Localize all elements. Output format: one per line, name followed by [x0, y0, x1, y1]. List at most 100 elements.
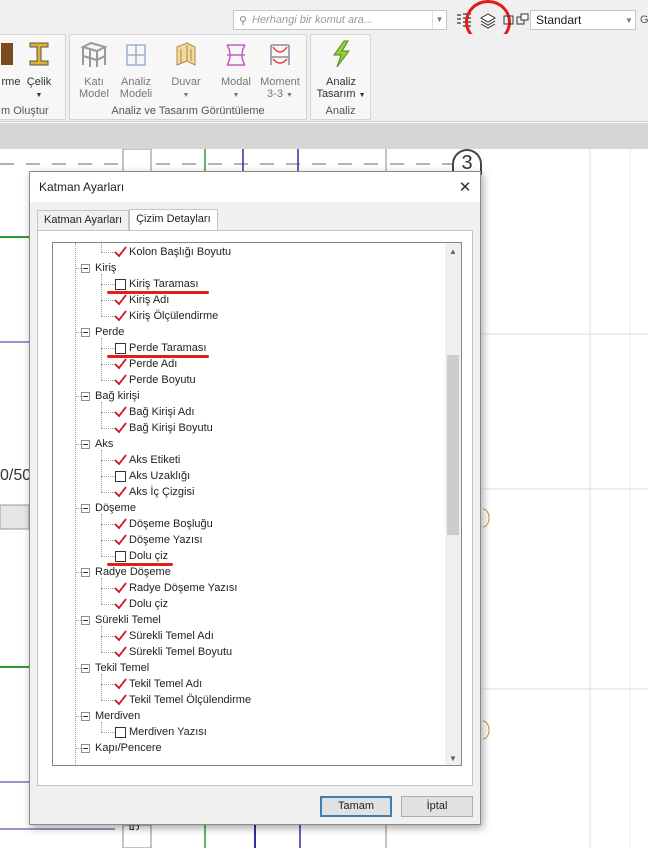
- tree-item[interactable]: Bağ Kirişi Adı: [114, 404, 194, 420]
- tree-item[interactable]: Dolu çiz: [115, 548, 168, 564]
- collapse-icon[interactable]: [81, 263, 90, 273]
- tree-group-node[interactable]: Kiriş: [81, 260, 116, 276]
- collapse-icon[interactable]: [81, 663, 90, 673]
- tree-item[interactable]: Sürekli Temel Adı: [114, 628, 214, 644]
- checked-checkbox[interactable]: [114, 245, 127, 258]
- command-search[interactable]: ⚲ Herhangi bir komut ara... ▼: [233, 10, 447, 30]
- chevron-down-icon[interactable]: ▼: [623, 16, 635, 25]
- style-dropdown-value: Standart: [536, 13, 582, 27]
- checked-checkbox[interactable]: [114, 293, 127, 306]
- checked-checkbox[interactable]: [114, 629, 127, 642]
- ok-button[interactable]: Tamam: [320, 796, 392, 817]
- tree-connector: [101, 524, 115, 525]
- tree-group-node[interactable]: Aks: [81, 436, 113, 452]
- view-icon[interactable]: [503, 11, 515, 29]
- tree-item[interactable]: Tekil Temel Ölçülendirme: [114, 692, 251, 708]
- check-icon: [114, 421, 127, 433]
- tree-group-node[interactable]: Merdiven: [81, 708, 140, 724]
- checked-checkbox[interactable]: [114, 581, 127, 594]
- tree-connector: [101, 626, 102, 652]
- tree-item[interactable]: Kolon Başlığı Boyutu: [114, 244, 231, 260]
- unchecked-checkbox[interactable]: [115, 726, 126, 738]
- tree-item[interactable]: Aks Uzaklığı: [115, 468, 190, 484]
- tree-group-node[interactable]: Bağ kirişi: [81, 388, 140, 404]
- tree-item[interactable]: Döşeme Boşluğu: [114, 516, 213, 532]
- tree-item[interactable]: Aks Etiketi: [114, 452, 180, 468]
- solid-model-button[interactable]: Katı Model: [72, 39, 116, 100]
- unchecked-checkbox[interactable]: [115, 342, 126, 354]
- checked-checkbox[interactable]: [114, 693, 127, 706]
- tree-item[interactable]: Kiriş Taraması: [115, 276, 198, 292]
- tree-item[interactable]: Dolu çiz: [114, 596, 168, 612]
- scroll-up-icon[interactable]: ▲: [445, 243, 461, 260]
- tree-item[interactable]: Radye Döşeme Yazısı: [114, 580, 237, 596]
- tree-item[interactable]: Tekil Temel Adı: [114, 676, 202, 692]
- modal-label: Modal: [221, 76, 251, 88]
- tab-drawing-details[interactable]: Çizim Detayları: [129, 209, 218, 231]
- checked-checkbox[interactable]: [114, 405, 127, 418]
- tree-group-node[interactable]: Perde: [81, 324, 124, 340]
- collapse-icon[interactable]: [81, 503, 90, 513]
- tree-item[interactable]: Merdiven Yazısı: [115, 724, 207, 740]
- collapse-icon[interactable]: [81, 439, 90, 449]
- checked-checkbox[interactable]: [114, 421, 127, 434]
- collapse-icon[interactable]: [81, 711, 90, 721]
- search-placeholder[interactable]: Herhangi bir komut ara...: [252, 14, 432, 26]
- wall-button[interactable]: Duvar ▼: [164, 39, 208, 99]
- collapse-icon[interactable]: [81, 327, 90, 337]
- checked-checkbox[interactable]: [114, 645, 127, 658]
- collapse-icon[interactable]: [81, 567, 90, 577]
- collapse-icon[interactable]: [81, 391, 90, 401]
- analysis-model-label-2: Modeli: [119, 88, 153, 100]
- checked-checkbox[interactable]: [114, 597, 127, 610]
- collapse-icon[interactable]: [81, 615, 90, 625]
- steel-button[interactable]: Çelik ▼: [19, 39, 59, 99]
- chevron-down-icon[interactable]: ▼: [432, 11, 446, 29]
- tree-item[interactable]: Aks İç Çizgisi: [114, 484, 194, 500]
- analysis-model-button[interactable]: Analiz Modeli: [114, 39, 158, 100]
- dialog-titlebar[interactable]: Katman Ayarları ✕: [30, 172, 480, 202]
- scroll-thumb[interactable]: [447, 355, 459, 535]
- tree-group-node[interactable]: Tekil Temel: [81, 660, 149, 676]
- moment-button[interactable]: Moment 3-3 ▼: [258, 39, 302, 100]
- checked-checkbox[interactable]: [114, 533, 127, 546]
- modal-button[interactable]: Modal ▼: [214, 39, 258, 99]
- close-icon[interactable]: ✕: [450, 178, 480, 196]
- analysis-design-button[interactable]: Analiz Tasarım ▼: [313, 39, 369, 100]
- tree-item[interactable]: Kiriş Adı: [114, 292, 169, 308]
- tree-item[interactable]: Perde Taraması: [115, 340, 206, 356]
- checked-checkbox[interactable]: [114, 373, 127, 386]
- unchecked-checkbox[interactable]: [115, 470, 126, 482]
- tree-scrollbar[interactable]: ▲ ▼: [445, 243, 461, 765]
- tree-item[interactable]: Kiriş Ölçülendirme: [114, 308, 218, 324]
- tree-group-node[interactable]: Kapı/Pencere: [81, 740, 162, 756]
- checked-checkbox[interactable]: [114, 309, 127, 322]
- collapse-icon[interactable]: [81, 743, 90, 753]
- check-icon: [114, 597, 127, 609]
- checked-checkbox[interactable]: [114, 677, 127, 690]
- tree-item[interactable]: Bağ Kirişi Boyutu: [114, 420, 213, 436]
- scroll-down-icon[interactable]: ▼: [445, 750, 461, 765]
- style-icon[interactable]: [516, 11, 529, 29]
- checked-checkbox[interactable]: [114, 453, 127, 466]
- tree-item[interactable]: Sürekli Temel Boyutu: [114, 644, 232, 660]
- tree-group-node[interactable]: Sürekli Temel: [81, 612, 161, 628]
- modal-icon: [226, 44, 246, 66]
- tree-item[interactable]: Perde Adı: [114, 356, 177, 372]
- chevron-down-icon: ▼: [182, 92, 190, 99]
- checked-checkbox[interactable]: [114, 485, 127, 498]
- tab-layer-settings[interactable]: Katman Ayarları: [37, 210, 130, 231]
- tree-group-node[interactable]: Radye Döşeme: [81, 564, 171, 580]
- cancel-button[interactable]: İptal: [401, 796, 473, 817]
- checked-checkbox[interactable]: [114, 517, 127, 530]
- checked-checkbox[interactable]: [114, 357, 127, 370]
- layer-tree[interactable]: Kolon Başlığı Boyutu Kiriş Kiriş Taraması K…: [52, 242, 462, 766]
- tree-connector: [75, 243, 76, 765]
- unchecked-checkbox[interactable]: [115, 278, 126, 290]
- style-dropdown[interactable]: Standart ▼: [530, 10, 636, 30]
- beam-button[interactable]: rme: [1, 39, 21, 99]
- tree-item[interactable]: Perde Boyutu: [114, 372, 196, 388]
- unchecked-checkbox[interactable]: [115, 550, 126, 562]
- tree-group-node[interactable]: Döşeme: [81, 500, 136, 516]
- tree-item[interactable]: Döşeme Yazısı: [114, 532, 203, 548]
